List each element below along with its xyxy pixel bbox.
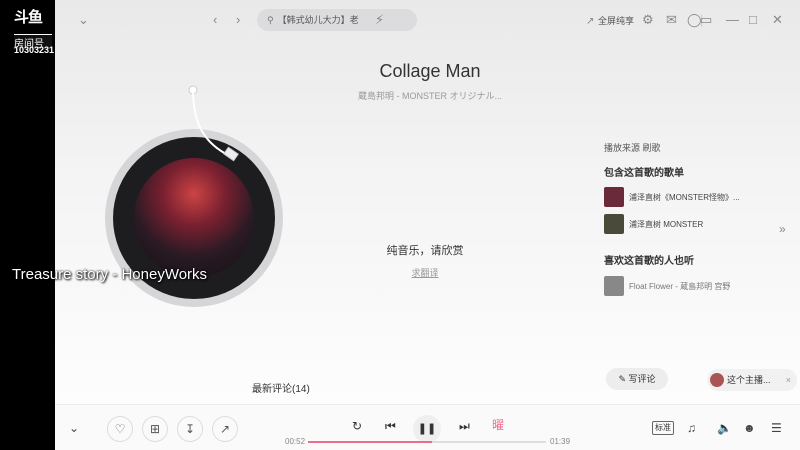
- player-bar: ⌄ ♡ ⊞ ↧ ↗ ↻ ⏮ ❚❚ ⏭ 曜 00:52 01:39 标准 ♫ 🔈 …: [55, 404, 800, 450]
- like-button[interactable]: ♡: [107, 416, 133, 442]
- collapse-icon[interactable]: ⌄: [78, 12, 89, 28]
- next-icon[interactable]: ⏭: [459, 419, 470, 433]
- song-title: Collage Man: [379, 61, 481, 81]
- playlist-cover: [604, 187, 624, 207]
- top-bar: ⌄ ‹ › ⚲ 【韩式幼儿大力】老 ⚡ ↗ 全屏纯享 ⚙ ✉ ◯ | ▭ — □ …: [55, 0, 800, 40]
- write-comment-label: 写评论: [628, 374, 656, 384]
- download-icon: ↧: [184, 422, 196, 436]
- latest-comments-label[interactable]: 最新评论(14): [252, 380, 310, 395]
- total-time: 01:39: [550, 437, 571, 446]
- album-cover: [134, 158, 254, 278]
- mini-mode-icon[interactable]: ▭: [700, 12, 712, 28]
- translate-link[interactable]: 求翻译: [395, 266, 455, 279]
- forward-icon[interactable]: ›: [236, 12, 240, 28]
- current-time: 00:52: [285, 437, 306, 446]
- play-source-label: 播放来源: [604, 143, 641, 153]
- write-comment-button[interactable]: ✎ 写评论: [606, 368, 668, 390]
- room-id: 10303231: [14, 45, 55, 55]
- tonearm: [188, 85, 239, 162]
- play-source: 播放来源 刷歌: [604, 141, 661, 154]
- previous-icon[interactable]: ⏮: [385, 419, 396, 433]
- avatar: [710, 373, 724, 387]
- voice-search-icon[interactable]: ⚡: [375, 12, 384, 28]
- host-mini-card[interactable]: 这个主播... ×: [707, 369, 797, 391]
- listeners-title: 喜欢这首歌的人也听: [604, 256, 694, 267]
- effects-icon[interactable]: ♫: [687, 421, 696, 435]
- download-button[interactable]: ↧: [177, 416, 203, 442]
- add-to-playlist-button[interactable]: ⊞: [142, 416, 168, 442]
- pause-icon: ❚❚: [417, 423, 437, 435]
- host-label: 这个主播...: [727, 375, 771, 385]
- maximize-icon[interactable]: □: [749, 12, 757, 28]
- recommended-song-text: Float Flower - 蔵島邦明 宫野: [629, 282, 731, 291]
- close-icon[interactable]: ✕: [772, 12, 783, 28]
- playlist-item[interactable]: 浦泽直树 MONSTER: [604, 214, 784, 234]
- player-window: ⌄ ‹ › ⚲ 【韩式幼儿大力】老 ⚡ ↗ 全屏纯享 ⚙ ✉ ◯ | ▭ — □ …: [55, 0, 800, 450]
- song-cover: [604, 276, 624, 296]
- listen-together-icon[interactable]: ☻: [743, 421, 756, 435]
- search-icon: ⚲: [267, 15, 274, 25]
- playlist-name: 浦泽直树 MONSTER: [629, 220, 704, 229]
- stream-overlay-strip: 斗鱼 房间号 10303231: [0, 0, 55, 450]
- recommended-song-item[interactable]: Float Flower - 蔵島邦明 宫野: [604, 276, 784, 296]
- pause-button[interactable]: ❚❚: [413, 415, 441, 443]
- volume-icon[interactable]: 🔈: [717, 421, 732, 435]
- playlist-item[interactable]: 浦泽直树《MONSTER怪物》...: [604, 187, 784, 207]
- mail-icon[interactable]: ✉: [666, 12, 677, 28]
- close-icon[interactable]: ×: [786, 369, 791, 391]
- quality-button[interactable]: 标准: [652, 421, 674, 435]
- playlist-name: 浦泽直树《MONSTER怪物》...: [629, 193, 740, 202]
- back-icon[interactable]: ‹: [213, 12, 217, 28]
- song-subtitle[interactable]: 蔵島邦明 - MONSTER オリジナル...: [315, 89, 545, 102]
- album-cover-lettering: [165, 183, 223, 253]
- minimize-icon[interactable]: —: [726, 12, 739, 28]
- chevron-right-icon[interactable]: »: [779, 222, 786, 236]
- repeat-icon[interactable]: ↻: [352, 419, 362, 433]
- progress-fill: [308, 441, 432, 443]
- heart-icon: ♡: [114, 422, 126, 436]
- playlist-queue-icon[interactable]: ☰: [771, 421, 782, 435]
- pure-music-text: 纯音乐，请欣赏: [386, 245, 464, 257]
- share-icon: ↗: [219, 422, 231, 436]
- platform-logo: 斗鱼: [14, 8, 43, 26]
- stream-caption: Treasure story - HoneyWorks: [12, 266, 208, 283]
- add-icon: ⊞: [149, 422, 161, 436]
- share-button[interactable]: ↗: [212, 416, 238, 442]
- progress-bar[interactable]: [308, 441, 546, 443]
- fullscreen-label[interactable]: 全屏纯享: [598, 14, 634, 27]
- pen-icon: ✎: [618, 374, 626, 384]
- settings-icon[interactable]: ⚙: [642, 12, 654, 28]
- search-text: 【韩式幼儿大力】老: [277, 15, 359, 25]
- play-source-value[interactable]: 刷歌: [643, 143, 661, 153]
- chevron-down-icon[interactable]: ⌄: [69, 421, 79, 435]
- playlist-cover: [604, 214, 624, 234]
- playlists-title: 包含这首歌的歌单: [604, 168, 684, 179]
- lyrics-toggle-icon[interactable]: 曜: [492, 418, 504, 432]
- fullscreen-icon[interactable]: ↗: [586, 14, 594, 30]
- search-input[interactable]: ⚲ 【韩式幼儿大力】老: [257, 9, 417, 31]
